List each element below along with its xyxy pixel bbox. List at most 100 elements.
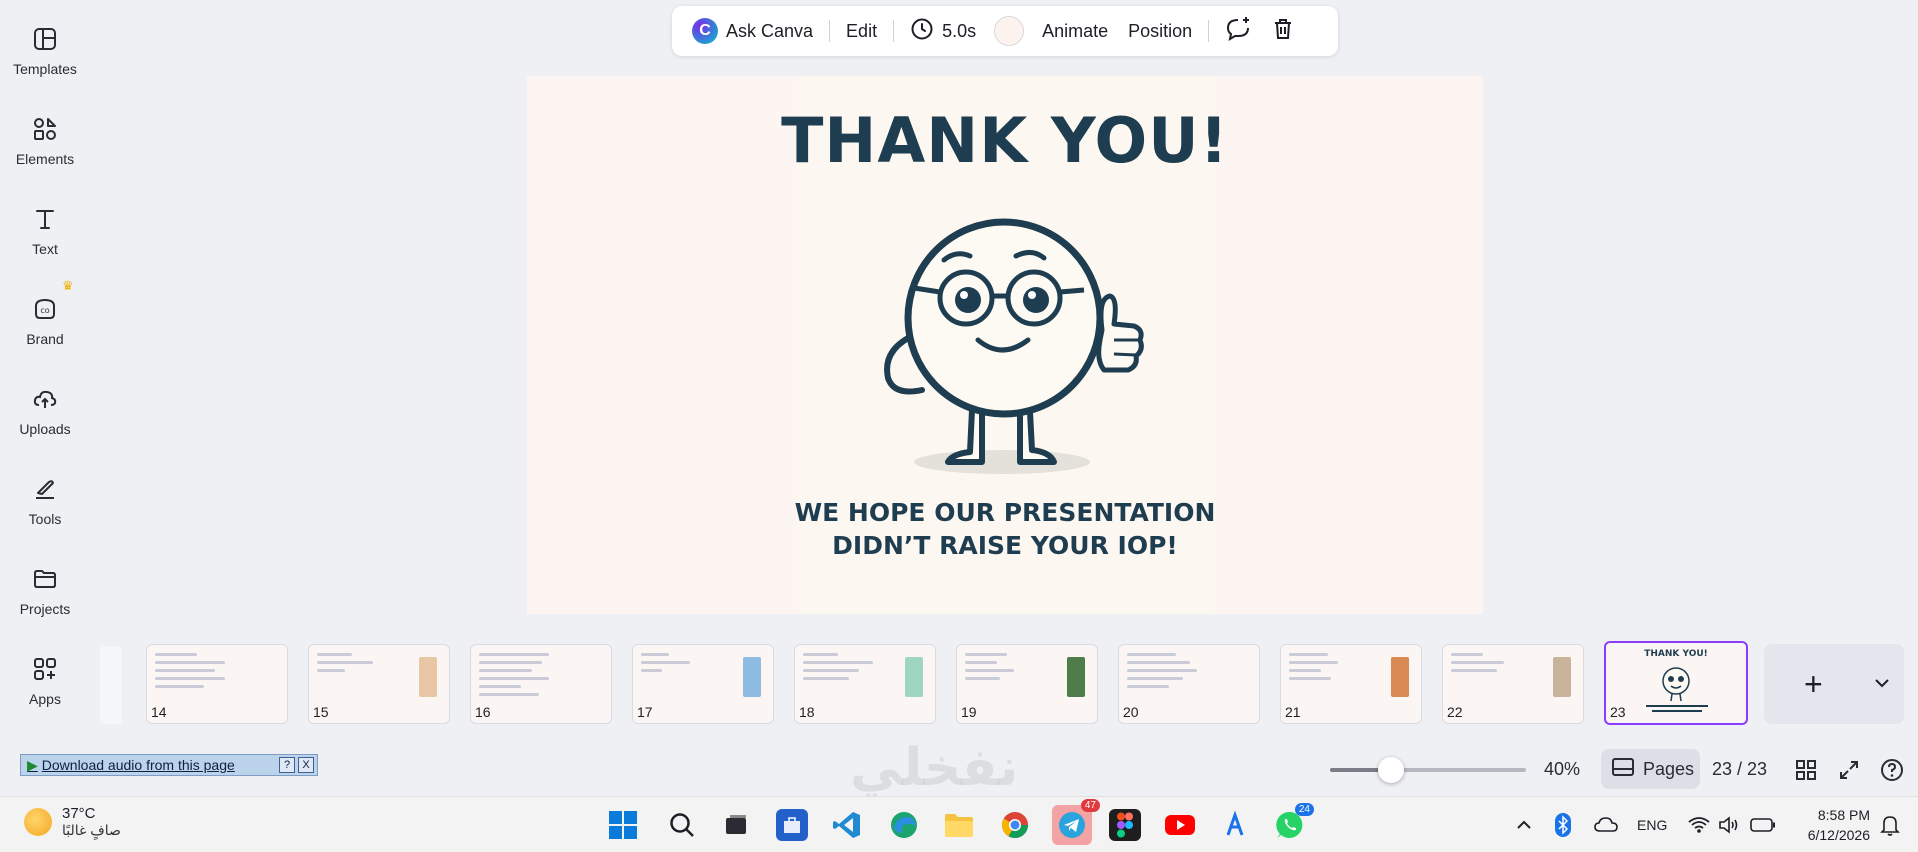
pages-button[interactable]: Pages (1601, 749, 1700, 789)
sidebar-item-templates[interactable]: Templates (0, 14, 90, 94)
windows-taskbar: 37°C صافٍ غالبًا 47 24 ENG 8:58 PM 6/12/… (0, 796, 1918, 852)
slide-canvas[interactable]: THANK YOU! WE HOPE OUR PRESENTATION DIDN… (527, 76, 1483, 614)
sidebar-item-uploads[interactable]: Uploads (0, 374, 90, 454)
clock-icon (910, 17, 934, 46)
chevron-down-icon[interactable] (1874, 675, 1890, 693)
thumbnail-image (1553, 657, 1571, 697)
volume-icon[interactable] (1718, 797, 1740, 852)
page-thumbnail-active[interactable]: THANK YOU! 23 (1604, 641, 1748, 725)
page-number: 21 (1285, 704, 1301, 720)
clock-date: 6/12/2026 (1807, 827, 1870, 843)
divider (829, 20, 831, 42)
file-explorer-icon[interactable] (943, 809, 975, 841)
page-thumbnail[interactable]: 21 (1280, 644, 1422, 724)
sidebar-item-label: Apps (29, 691, 61, 707)
download-audio-label: Download audio from this page (41, 757, 235, 773)
page-thumbnail[interactable]: 19 (956, 644, 1098, 724)
sidebar-item-text[interactable]: Text (0, 194, 90, 274)
sidebar-item-label: Projects (19, 601, 71, 617)
thumbnail-subtitle-lines (1646, 705, 1708, 712)
subtitle-line-1: WE HOPE OUR PRESENTATION (794, 498, 1216, 527)
ask-canva-label: Ask Canva (726, 20, 814, 41)
language-label: ENG (1637, 817, 1668, 833)
close-mini-button[interactable]: X (298, 757, 314, 773)
sidebar-item-label: Elements (15, 151, 75, 167)
notification-bell-icon[interactable] (1880, 797, 1900, 852)
sidebar-item-tools[interactable]: Tools (0, 464, 90, 544)
ask-canva-button[interactable]: C Ask Canva (682, 11, 823, 51)
onedrive-icon[interactable] (1594, 797, 1618, 852)
figma-icon[interactable] (1109, 809, 1141, 841)
windows-start-icon[interactable] (607, 809, 639, 841)
left-sidebar: Templates Elements Text co Brand ♛ Uploa… (0, 0, 90, 790)
page-thumbnail[interactable]: 18 (794, 644, 936, 724)
battery-icon[interactable] (1750, 797, 1776, 852)
slide-subtitle[interactable]: WE HOPE OUR PRESENTATION DIDN’T RAISE YO… (527, 496, 1483, 562)
comment-add-icon (1225, 16, 1251, 47)
fullscreen-icon[interactable] (1836, 757, 1862, 783)
chrome-icon[interactable] (999, 809, 1031, 841)
sidebar-item-apps[interactable]: Apps (0, 644, 90, 724)
add-page-group: + (1764, 644, 1904, 724)
page-thumbnail[interactable]: 22 (1442, 644, 1584, 724)
thumbnail-content (1289, 653, 1359, 685)
sidebar-item-projects[interactable]: Projects (0, 554, 90, 634)
whatsapp-icon[interactable]: 24 (1274, 803, 1314, 841)
thumbnail-image (905, 657, 923, 697)
grid-view-icon[interactable] (1793, 757, 1819, 783)
page-number: 18 (799, 704, 815, 720)
page-thumbnail[interactable]: 14 (146, 644, 288, 724)
bluetooth-icon[interactable] (1555, 797, 1571, 852)
sidebar-item-label: Text (32, 241, 58, 257)
edit-button[interactable]: Edit (836, 11, 887, 51)
zoom-level: 40% (1544, 759, 1581, 779)
page-thumbnail-partial[interactable] (100, 646, 122, 724)
help-icon[interactable] (1879, 757, 1905, 783)
microsoft-store-icon[interactable] (776, 809, 808, 841)
play-icon: ▶ (27, 756, 38, 773)
page-number: 19 (961, 704, 977, 720)
pages-icon (1611, 757, 1635, 782)
translator-icon[interactable] (1219, 809, 1251, 841)
sidebar-item-elements[interactable]: Elements (0, 104, 90, 184)
page-thumbnail[interactable]: 15 (308, 644, 450, 724)
zoom-slider-track[interactable] (1330, 768, 1526, 772)
temperature: 37°C (62, 805, 96, 822)
delete-button[interactable] (1261, 11, 1305, 51)
sidebar-item-brand[interactable]: co Brand (0, 284, 90, 364)
language-indicator[interactable]: ENG (1637, 797, 1667, 852)
slide-title[interactable]: THANK YOU! (527, 104, 1483, 177)
page-thumbnail[interactable]: 16 (470, 644, 612, 724)
task-view-icon[interactable] (720, 809, 752, 841)
help-mini-button[interactable]: ? (279, 757, 295, 773)
element-toolbar: C Ask Canva Edit 5.0s Animate Position (672, 6, 1338, 56)
position-label: Position (1128, 20, 1193, 41)
thumbnail-content (641, 653, 711, 677)
system-clock[interactable]: 8:58 PM 6/12/2026 (1790, 805, 1870, 845)
canva-logo-icon: C (692, 18, 718, 44)
zoom-slider-handle[interactable] (1378, 757, 1404, 783)
telegram-icon[interactable]: 47 (1052, 799, 1100, 845)
duration-button[interactable]: 5.0s (900, 11, 986, 51)
add-page-button[interactable]: + (1804, 668, 1823, 700)
subtitle-line-2: DIDN’T RAISE YOUR IOP! (832, 531, 1178, 560)
tray-overflow-chevron-icon[interactable] (1516, 797, 1532, 852)
position-button[interactable]: Position (1118, 11, 1202, 51)
youtube-icon[interactable] (1164, 809, 1196, 841)
page-thumbnail[interactable]: 20 (1118, 644, 1260, 724)
animate-button[interactable]: Animate (1032, 11, 1118, 51)
page-thumbnail[interactable]: 17 (632, 644, 774, 724)
vscode-icon[interactable] (831, 809, 863, 841)
search-icon[interactable] (666, 809, 698, 841)
download-audio-link[interactable]: ▶ Download audio from this page (21, 757, 279, 774)
thumbnail-image (419, 657, 437, 697)
edge-browser-icon[interactable] (888, 809, 920, 841)
thumbnail-content (479, 653, 549, 701)
background-color-swatch[interactable] (994, 16, 1025, 46)
pages-label: Pages (1643, 758, 1695, 779)
wifi-icon[interactable] (1688, 797, 1710, 852)
weather-widget[interactable]: 37°C صافٍ غالبًا (24, 805, 121, 839)
folder-icon (30, 564, 60, 594)
eyeball-mascot-illustration[interactable] (852, 200, 1162, 476)
add-comment-button[interactable] (1215, 11, 1261, 51)
